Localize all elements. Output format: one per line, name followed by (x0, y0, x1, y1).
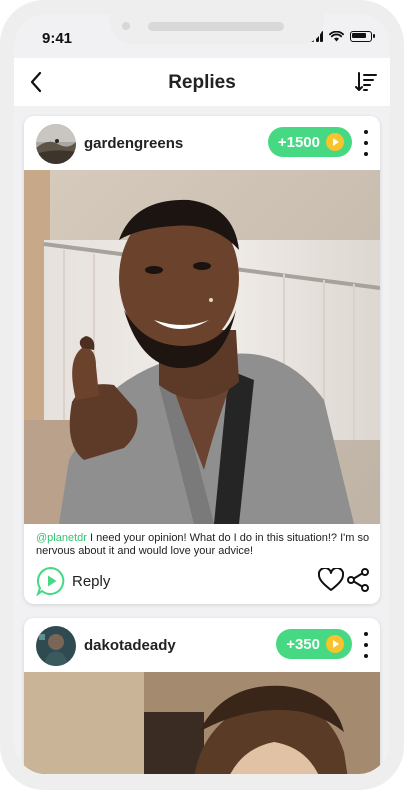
reply-card: dakotadeady +350 (24, 618, 380, 774)
mention-link[interactable]: @planetdr (36, 532, 87, 544)
points-badge: +350 (276, 629, 352, 659)
page-title: Replies (168, 72, 236, 93)
sort-icon (355, 72, 377, 91)
wifi-icon (329, 31, 344, 42)
reply-button[interactable]: Reply (36, 566, 110, 596)
notch (110, 14, 324, 44)
points-value: +350 (286, 635, 320, 653)
battery-icon (350, 31, 375, 42)
like-button[interactable] (317, 566, 345, 597)
status-time: 9:41 (42, 30, 73, 47)
points-value: +1500 (277, 133, 320, 151)
video-thumbnail[interactable] (24, 672, 380, 774)
person-image (24, 672, 380, 774)
person-thumbs-up-image (24, 170, 380, 524)
points-badge: +1500 (267, 127, 352, 157)
coin-icon (326, 635, 344, 653)
username[interactable]: gardengreens (84, 135, 183, 152)
avatar[interactable] (36, 124, 76, 164)
more-options-button[interactable] (360, 632, 372, 658)
top-nav-bar: Replies (14, 58, 390, 106)
avatar[interactable] (36, 626, 76, 666)
share-icon (347, 568, 369, 592)
more-options-button[interactable] (360, 130, 372, 156)
card-header: dakotadeady +350 (24, 618, 380, 672)
avatar-image (36, 626, 76, 666)
caption-text: I need your opinion! What do I do in thi… (36, 532, 370, 557)
speaker-grille (148, 22, 284, 31)
screen: 9:41 Replies gardengreens +1500 @planetd… (14, 14, 390, 774)
more-dots-icon (364, 130, 368, 134)
coin-icon (326, 133, 344, 151)
sort-button[interactable] (352, 68, 380, 96)
post-caption: @planetdr I need your opinion! What do I… (36, 532, 370, 558)
camera-dot (122, 22, 130, 30)
more-dots-icon (364, 632, 368, 636)
post-actions: Reply (24, 564, 380, 600)
avatar-image (36, 124, 76, 164)
play-reply-icon (36, 566, 65, 596)
reply-label: Reply (72, 572, 111, 590)
share-button[interactable] (346, 568, 370, 597)
reply-card: gardengreens +1500 @planetdr I need your… (24, 116, 380, 604)
heart-icon (317, 566, 345, 591)
phone-frame: 9:41 Replies gardengreens +1500 @planetd… (0, 0, 404, 790)
video-thumbnail[interactable] (24, 170, 380, 524)
card-header: gardengreens +1500 (24, 116, 380, 170)
username[interactable]: dakotadeady (84, 637, 176, 654)
